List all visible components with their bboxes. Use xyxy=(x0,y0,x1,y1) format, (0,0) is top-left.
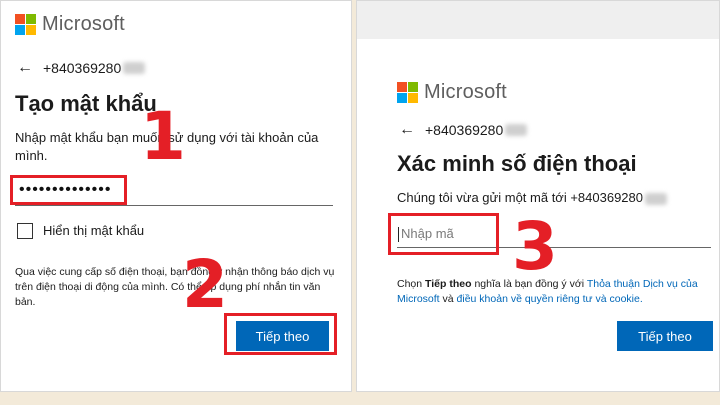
brand-name: Microsoft xyxy=(42,13,125,35)
microsoft-logo: Microsoft xyxy=(15,13,125,36)
redacted-digits xyxy=(645,192,667,205)
privacy-cookies-link[interactable]: điều khoản về quyền riêng tư và cookie. xyxy=(457,293,643,305)
terms-prefix: Chọn xyxy=(397,278,423,290)
phone-number: +840369280 xyxy=(43,60,122,76)
show-password-label: Hiển thị mật khẩu xyxy=(43,223,145,238)
brand-name: Microsoft xyxy=(424,81,507,103)
password-underline xyxy=(15,205,333,206)
back-arrow-icon[interactable]: ← xyxy=(17,59,33,77)
terms-bold: Tiếp theo xyxy=(425,278,472,290)
back-row[interactable]: ← +840369280 xyxy=(399,121,528,139)
microsoft-logo: Microsoft xyxy=(397,81,507,104)
redacted-digits xyxy=(123,62,146,74)
step-number-3: 3 xyxy=(512,208,558,285)
step-number-1: 1 xyxy=(140,98,186,175)
microsoft-squares-icon xyxy=(397,82,418,103)
page-title: Xác minh số điện thoại xyxy=(397,151,637,176)
highlight-password-field xyxy=(10,175,127,205)
page-title: Tạo mật khẩu xyxy=(15,91,157,116)
top-strip xyxy=(357,1,719,39)
next-button[interactable]: Tiếp theo xyxy=(617,321,713,351)
terms-and: và xyxy=(442,293,454,305)
page-description: Chúng tôi vừa gửi một mã tới +840369280 xyxy=(397,189,717,207)
back-arrow-icon[interactable]: ← xyxy=(399,121,415,139)
microsoft-squares-icon xyxy=(15,14,36,35)
sms-notice: Qua việc cung cấp số điện thoại, bạn đồn… xyxy=(15,266,335,308)
step-number-2: 2 xyxy=(182,246,228,323)
show-password-checkbox[interactable] xyxy=(17,223,33,239)
phone-number: +840369280 xyxy=(425,122,504,138)
sent-code-text: Chúng tôi vừa gửi một mã tới +840369280 xyxy=(397,190,643,205)
highlight-code-input xyxy=(388,213,499,255)
verify-phone-panel: Microsoft ← +840369280 Xác minh số điện … xyxy=(356,0,720,392)
highlight-next-button xyxy=(224,313,337,355)
back-row[interactable]: ← +840369280 xyxy=(17,59,146,77)
redacted-digits xyxy=(505,124,528,136)
